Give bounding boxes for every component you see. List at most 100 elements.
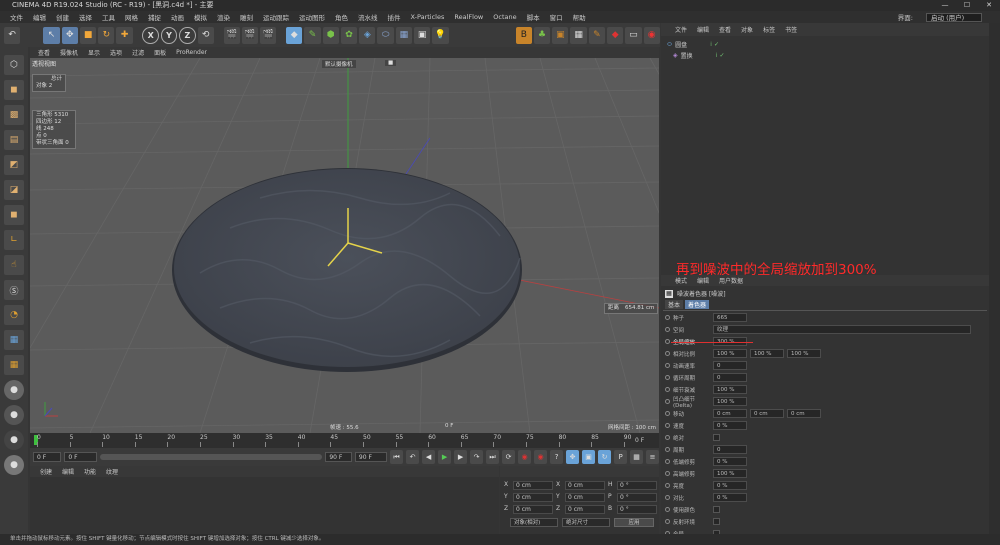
material-menu-texture[interactable]: 纹理 (106, 467, 118, 476)
object-row-displacer[interactable]: ◈ 置换 ⁞ ✓ (673, 51, 724, 60)
workplane-icon[interactable]: ▤ (4, 130, 24, 150)
tab-basic[interactable]: 基本 (665, 300, 684, 309)
y-axis-icon[interactable]: Y (160, 26, 178, 44)
attribute-menu-edit[interactable]: 编辑 (697, 276, 709, 285)
play-icon[interactable]: ▶ (438, 450, 452, 464)
make-editable-icon[interactable]: ⬡ (4, 55, 24, 75)
menu-mesh[interactable]: 网格 (125, 12, 138, 22)
maximize-icon[interactable]: ☐ (956, 0, 978, 11)
camera-label[interactable]: 默认摄像机 (322, 60, 356, 68)
animation-dot-icon[interactable] (665, 399, 670, 404)
attribute-value-field[interactable]: 0 % (713, 457, 747, 466)
menu-script[interactable]: 脚本 (527, 12, 540, 22)
coordinate-value-field[interactable]: 0 cm (565, 493, 605, 502)
attribute-checkbox[interactable] (713, 434, 720, 441)
animation-dot-icon[interactable] (665, 435, 670, 440)
cube-icon[interactable]: ◆ (286, 26, 303, 44)
perspective-viewport[interactable]: 透视视图 默认摄像机 ■ 总计 对象 2 三角形 5310 四边形 12 线 2… (30, 58, 659, 433)
material-menu-edit[interactable]: 编辑 (62, 467, 74, 476)
subdivision-icon[interactable]: ⬢ (322, 26, 339, 44)
attribute-value-field[interactable]: 0 cm (750, 409, 784, 418)
plugin-color-icon[interactable]: ◆ (607, 26, 624, 44)
loop-icon[interactable]: ⟳ (502, 450, 516, 464)
coordinate-value-field[interactable]: 0 cm (513, 493, 553, 502)
octane-icon[interactable]: ▦ (570, 26, 587, 44)
coordinate-value-field[interactable]: 0 ° (617, 481, 657, 490)
plugin-b-icon[interactable]: B (515, 26, 532, 44)
coordinate-value-field[interactable]: 0 ° (617, 505, 657, 514)
animation-dot-icon[interactable] (665, 375, 670, 380)
attribute-value-field[interactable]: 0 (713, 445, 747, 454)
viewport-menu-options[interactable]: 选项 (110, 48, 122, 57)
material-ball-icon-3[interactable]: ● (4, 430, 24, 450)
animation-dot-icon[interactable] (665, 447, 670, 452)
object-menu-view[interactable]: 查看 (719, 25, 731, 34)
object-menu-bookmarks[interactable]: 书签 (785, 25, 797, 34)
select-icon[interactable]: ↖ (43, 26, 60, 44)
animation-dot-icon[interactable] (665, 459, 670, 464)
snap-icon[interactable]: Ⓢ (4, 280, 24, 300)
rotate-icon[interactable]: ↻ (98, 26, 115, 44)
menu-window[interactable]: 窗口 (550, 12, 563, 22)
texture-mode-icon[interactable]: ▩ (4, 105, 24, 125)
attribute-value-field[interactable]: 100 % (713, 385, 747, 394)
polygons-mode-icon[interactable]: ◼ (4, 205, 24, 225)
material-menu-create[interactable]: 创建 (40, 467, 52, 476)
live-selection-icon[interactable]: ✚ (116, 26, 133, 44)
animation-dot-icon[interactable] (665, 387, 670, 392)
camera-object-icon[interactable]: ▣ (413, 26, 431, 44)
object-name-disc[interactable]: 圆盘 (675, 40, 687, 49)
coordinate-value-field[interactable]: 0 cm (513, 505, 553, 514)
move-icon[interactable]: ✥ (61, 26, 78, 44)
next-key-icon[interactable]: ↷ (470, 450, 484, 464)
viewport-menu-panel[interactable]: 面板 (154, 48, 166, 57)
object-menu-file[interactable]: 文件 (675, 25, 687, 34)
menu-realflow[interactable]: RealFlow (454, 13, 483, 21)
light-icon[interactable]: 💡 (432, 26, 449, 44)
material-ball-icon-1[interactable]: ● (4, 380, 24, 400)
object-menu-edit[interactable]: 编辑 (697, 25, 709, 34)
viewport-menu-filter[interactable]: 过滤 (132, 48, 144, 57)
viewport-menu-cameras[interactable]: 摄像机 (60, 48, 78, 57)
key-position-icon[interactable]: ✥ (566, 450, 580, 464)
camera-icon[interactable]: ■ (385, 60, 397, 66)
menu-snap[interactable]: 捕捉 (148, 12, 161, 22)
attribute-value-field[interactable]: 0 cm (713, 409, 747, 418)
attribute-value-field[interactable]: 100 % (787, 349, 821, 358)
menu-edit[interactable]: 编辑 (33, 12, 46, 22)
attribute-menu-userdata[interactable]: 用户数据 (719, 276, 743, 285)
attribute-value-field[interactable]: 0 % (713, 493, 747, 502)
prev-frame-icon[interactable]: ◀ (422, 450, 436, 464)
texture-tag-icon[interactable]: ▦ (4, 355, 24, 375)
plugin-red-icon[interactable]: ◉ (643, 26, 660, 44)
key-rotation-icon[interactable]: ↻ (598, 450, 612, 464)
key-scale-icon[interactable]: ▣ (582, 450, 596, 464)
points-mode-icon[interactable]: ◩ (4, 155, 24, 175)
object-menu-tags[interactable]: 标签 (763, 25, 775, 34)
render-settings-icon[interactable]: 🎬 (260, 26, 277, 44)
attribute-value-field[interactable]: 0 (713, 373, 747, 382)
tab-shader[interactable]: 着色器 (685, 300, 710, 309)
object-row-disc[interactable]: ⬭ 圆盘 ⁞ ✓ (667, 40, 719, 50)
attribute-value-field[interactable]: 0 % (713, 481, 747, 490)
attribute-value-field[interactable]: 665 (713, 313, 747, 322)
viewport-menu-prorender[interactable]: ProRender (176, 49, 207, 56)
timeline-ruler[interactable]: 0 5 10 15 20 25 30 35 40 45 50 55 60 65 70 75 80 85 90 0 F (30, 433, 659, 448)
go-to-start-icon[interactable]: ⏮ (390, 450, 404, 464)
attribute-value-field[interactable]: 100 % (713, 349, 747, 358)
minimize-icon[interactable]: — (934, 0, 956, 11)
menu-mograph[interactable]: 运动图形 (299, 12, 325, 22)
coordinate-mode-select[interactable]: 对象(相对) (510, 518, 558, 527)
animation-dot-icon[interactable] (665, 315, 670, 320)
plugin-paint-icon[interactable]: ✎ (588, 26, 606, 44)
animation-dot-icon[interactable] (665, 471, 670, 476)
attribute-value-field[interactable]: 0 cm (787, 409, 821, 418)
end-frame-field[interactable]: 90 F (325, 452, 352, 462)
coordinate-system-icon[interactable]: ⟲ (197, 26, 214, 44)
viewport-menu-view[interactable]: 查看 (38, 48, 50, 57)
autokey-icon[interactable]: ◉ (534, 450, 548, 464)
coordinate-value-field[interactable]: 0 cm (565, 481, 605, 490)
plugin-cube-icon[interactable]: ▣ (552, 26, 569, 44)
keyframe-selection-icon[interactable]: ? (550, 450, 564, 464)
key-pla-icon[interactable]: ▦ (630, 450, 644, 464)
